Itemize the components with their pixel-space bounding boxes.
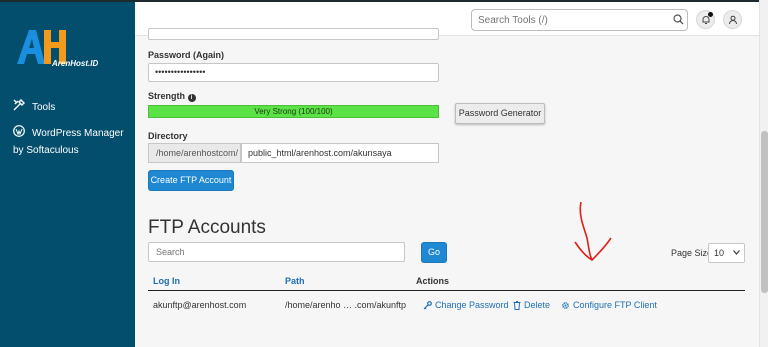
row-path: /home/arenho … .com/akunftp [285, 300, 407, 310]
annotation-arrow-icon [574, 201, 612, 261]
row-login: akunftp@arenhost.com [153, 300, 247, 310]
password-strength-meter: Very Strong (100/100) [148, 105, 439, 118]
sidebar-item-sublabel: by Softaculous [13, 145, 79, 156]
brand-text: ArenHost.ID [52, 59, 99, 68]
column-header-login[interactable]: Log In [153, 276, 180, 286]
delete-link[interactable]: Delete [513, 300, 550, 310]
strength-label: Strength i [148, 91, 196, 102]
page-size-select[interactable]: 10 [708, 243, 745, 263]
column-header-path[interactable]: Path [285, 276, 305, 286]
directory-label: Directory [148, 131, 188, 141]
password-generator-button[interactable]: Password Generator [455, 103, 545, 124]
column-header-actions: Actions [416, 276, 450, 286]
brand-logo[interactable]: ArenHost.ID [14, 26, 124, 74]
wordpress-icon [13, 125, 25, 137]
search-icon[interactable] [673, 14, 684, 25]
notifications-button[interactable] [696, 10, 715, 29]
page-size-value: 10 [714, 248, 725, 258]
sidebar-item-label: Tools [32, 102, 56, 113]
page-size-label: Page Size [671, 248, 713, 258]
table-header-divider [148, 290, 745, 291]
chevron-down-icon [733, 250, 740, 255]
change-password-label: Change Password [435, 300, 509, 310]
scrollbar[interactable] [759, 0, 768, 347]
sidebar: ArenHost.ID Tools WordPress Manager by S… [0, 0, 135, 347]
password-again-label: Password (Again) [148, 50, 225, 60]
directory-input[interactable]: public_html/arenhost.com/akunsaya [241, 143, 439, 163]
password-again-field[interactable]: •••••••••••••••• [148, 63, 439, 82]
search-tools-input[interactable] [471, 9, 688, 31]
go-button[interactable]: Go [421, 242, 447, 263]
configure-ftp-client-link[interactable]: Configure FTP Client [561, 300, 657, 310]
main-content: Password (Again) •••••••••••••••• Streng… [135, 28, 759, 347]
key-icon [423, 300, 432, 309]
sidebar-item-label: WordPress Manager [32, 128, 124, 139]
ftp-accounts-heading: FTP Accounts [148, 217, 266, 238]
sidebar-item-wordpress-manager[interactable]: WordPress Manager by Softaculous [13, 125, 124, 159]
sidebar-item-tools[interactable]: Tools [13, 99, 55, 116]
ftp-search-input[interactable] [148, 242, 405, 262]
change-password-link[interactable]: Change Password [423, 300, 509, 310]
info-icon[interactable]: i [187, 94, 196, 102]
configure-ftp-client-label: Configure FTP Client [573, 300, 657, 310]
delete-label: Delete [524, 300, 551, 310]
password-field[interactable] [148, 28, 439, 40]
user-account-button[interactable] [723, 10, 742, 29]
notification-dot [708, 12, 713, 17]
strength-label-text: Strength [148, 91, 185, 101]
directory-prefix: /home/arenhostcom/ [148, 143, 241, 163]
scrollbar-thumb[interactable] [761, 131, 768, 293]
tools-icon [13, 99, 25, 111]
trash-icon [513, 300, 521, 310]
create-ftp-account-button[interactable]: Create FTP Account [148, 170, 234, 191]
gear-icon [562, 301, 569, 309]
user-icon [729, 15, 737, 25]
